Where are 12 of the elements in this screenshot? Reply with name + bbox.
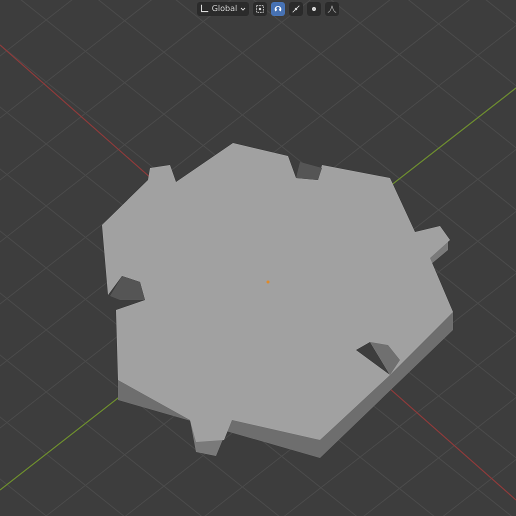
orientation-dropdown[interactable]: Global xyxy=(196,2,250,16)
magnet-button[interactable] xyxy=(271,2,286,16)
circle-button[interactable] xyxy=(307,2,322,16)
pivot-icon xyxy=(255,4,266,14)
curve-button[interactable] xyxy=(325,2,340,16)
caret-icon xyxy=(240,6,246,12)
magnet-icon xyxy=(273,4,284,14)
pivot-button[interactable] xyxy=(253,2,268,16)
curve-icon xyxy=(327,4,338,14)
axes-icon xyxy=(200,4,209,13)
snap-button[interactable] xyxy=(289,2,304,16)
snap-icon xyxy=(291,4,302,14)
